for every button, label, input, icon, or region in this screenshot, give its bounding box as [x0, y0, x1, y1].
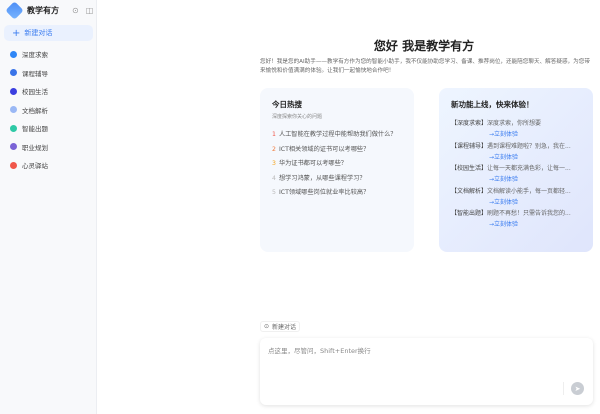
feature-tag: 【课程辅导】	[451, 142, 488, 150]
sidebar-item-icon	[10, 69, 17, 77]
hot-topic-item[interactable]: 4 想学习鸿蒙，从哪些课程学习？	[272, 173, 414, 188]
page-title: 您好 我是教学有方	[373, 39, 475, 53]
intro-text: 您好！我是您的AI助手——教学有方作为您的智能小助手，我不仅能协助您学习、备课、…	[260, 59, 590, 74]
sidebar-item-icon	[10, 124, 17, 132]
sidebar-item[interactable]: 文档解析	[10, 101, 48, 120]
try-now-link[interactable]: →立刻体验	[489, 219, 593, 228]
hot-topic-item[interactable]: 2 ICT相关领域的证书可以考哪些？	[272, 144, 414, 159]
feature-tag: 【校园生活】	[451, 165, 488, 172]
send-icon: ➤	[574, 384, 581, 393]
sidebar-item[interactable]: 心灵驿站	[10, 156, 48, 175]
hot-topics-card: 今日热搜 深度探索你关心的问题 1 人工智能在教学过程中能帮助我们做什么？ 2 ICT…	[260, 88, 414, 252]
sidebar-item-icon	[10, 106, 17, 114]
sidebar-item-icon	[10, 87, 17, 95]
sidebar: 教学有方 ⊙ ◫ + 新建对话 深度求索课程辅导校园生活文档解析智能出题职业规划…	[0, 0, 97, 414]
feature-desc: 遇到课程难题啦？别急，我在...	[487, 142, 571, 150]
feature-tag: 【智能出题】	[451, 210, 488, 217]
hot-topic-text: ICT相关领域的证书可以考哪些？	[278, 145, 370, 153]
hot-topic-item[interactable]: 5 ICT领域哪些岗位就业率比较高？	[272, 187, 414, 202]
hot-rank: 5	[272, 189, 276, 196]
logo-icon	[5, 1, 24, 20]
feature-item: 【文档解析】文档解读小能手，每一页都轻... →立刻体验	[451, 186, 593, 209]
sidebar-item-label: 文档解析	[22, 106, 48, 115]
try-now-link[interactable]: →立刻体验	[489, 129, 593, 138]
hot-topic-text: 华为证书都可以考哪些？	[278, 160, 347, 167]
feature-tag: 【深度求索】	[451, 120, 488, 127]
feature-desc: 文档解读小能手，每一页都轻...	[487, 187, 571, 195]
sidebar-item[interactable]: 深度求索	[10, 45, 48, 64]
feature-item: 【校园生活】让每一天都充满色彩，让每一... →立刻体验	[451, 163, 593, 186]
new-chat-label: 新建对话	[24, 29, 53, 37]
new-chat-small-label: 新建对话	[272, 324, 297, 331]
hot-rank: 3	[272, 160, 276, 167]
try-now-link[interactable]: →立刻体验	[489, 152, 593, 161]
sidebar-toggle-icon[interactable]: ◫	[86, 6, 94, 15]
hot-topic-text: ICT领域哪些岗位就业率比较高？	[278, 189, 370, 196]
feature-tag: 【文档解析】	[451, 187, 488, 195]
features-title: 新功能上线，快来体验！	[451, 100, 534, 109]
feature-item: 【智能出题】刷题不再愁！只需告诉我您的... →立刻体验	[451, 208, 593, 231]
chat-icon: ⊙	[264, 323, 270, 330]
feature-desc: 深度求索，你所想要	[487, 120, 542, 127]
feature-desc: 刷题不再愁！只需告诉我您的...	[487, 210, 571, 217]
hot-rank: 2	[272, 145, 276, 153]
hot-subtitle: 深度探索你关心的问题	[272, 114, 323, 120]
feature-desc: 让每一天都充满色彩，让每一...	[487, 165, 571, 172]
logo: 教学有方	[5, 1, 59, 20]
new-chat-small-button[interactable]: ⊙ 新建对话	[260, 321, 301, 332]
sidebar-item[interactable]: 职业规划	[10, 138, 48, 157]
divider	[563, 382, 564, 395]
settings-icon[interactable]: ⊙	[72, 6, 79, 15]
send-button[interactable]: ➤	[571, 382, 584, 395]
try-now-link[interactable]: →立刻体验	[489, 174, 593, 183]
hot-topic-text: 想学习鸿蒙，从哪些课程学习？	[278, 174, 366, 182]
plus-icon: +	[12, 27, 21, 39]
try-now-link[interactable]: →立刻体验	[489, 197, 593, 206]
hot-topic-item[interactable]: 1 人工智能在教学过程中能帮助我们做什么？	[272, 129, 414, 144]
hot-rank: 4	[272, 174, 276, 182]
sidebar-item-label: 校园生活	[22, 88, 48, 97]
sidebar-item-label: 课程辅导	[22, 69, 48, 78]
hot-topic-item[interactable]: 3 华为证书都可以考哪些？	[272, 158, 414, 173]
chat-input-box: ➤	[260, 338, 593, 405]
sidebar-item-label: 职业规划	[22, 143, 48, 152]
chat-input[interactable]	[268, 345, 558, 395]
app-title: 教学有方	[27, 6, 59, 15]
hot-rank: 1	[272, 131, 276, 138]
sidebar-item-icon	[10, 161, 17, 169]
hot-title: 今日热搜	[272, 100, 302, 109]
sidebar-item-label: 智能出题	[22, 125, 48, 134]
new-chat-button[interactable]: + 新建对话	[4, 25, 93, 41]
features-card: 新功能上线，快来体验！ 【深度求索】深度求索，你所想要 →立刻体验 【课程辅导】遇到…	[439, 88, 593, 252]
hot-topic-text: 人工智能在教学过程中能帮助我们做什么？	[278, 131, 397, 138]
sidebar-item[interactable]: 校园生活	[10, 82, 48, 101]
sidebar-item-icon	[10, 50, 17, 58]
sidebar-item-icon	[10, 143, 17, 151]
feature-item: 【课程辅导】遇到课程难题啦？别急，我在... →立刻体验	[451, 141, 593, 164]
sidebar-item[interactable]: 课程辅导	[10, 64, 48, 83]
feature-item: 【深度求索】深度求索，你所想要 →立刻体验	[451, 118, 593, 141]
sidebar-item-label: 深度求索	[22, 51, 48, 60]
sidebar-item[interactable]: 智能出题	[10, 119, 48, 138]
sidebar-item-label: 心灵驿站	[22, 162, 48, 171]
